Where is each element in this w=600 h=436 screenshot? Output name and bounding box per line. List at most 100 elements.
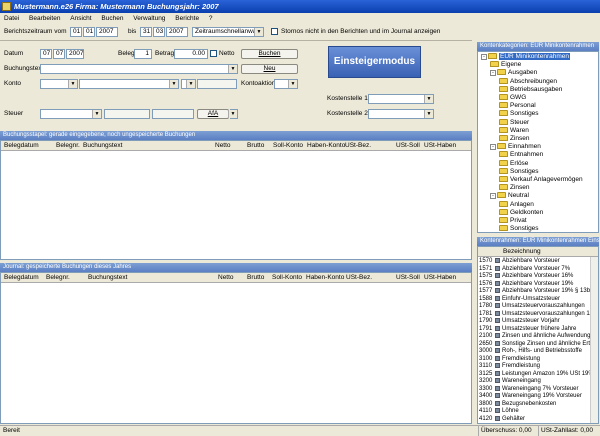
- tree-expander-icon[interactable]: -: [490, 193, 496, 200]
- tree-node[interactable]: - Ausgaben: [490, 69, 537, 77]
- chevron-down-icon[interactable]: ▼: [92, 110, 101, 118]
- journal-col-ust-soll[interactable]: USt-Soll: [396, 273, 420, 283]
- tree-expander-icon[interactable]: -: [490, 70, 496, 77]
- tree-node[interactable]: Waren: [499, 126, 529, 135]
- period-from-day[interactable]: 01: [70, 27, 82, 37]
- stapel-grid[interactable]: Belegdatum Belegnr. Buchungstext Netto B…: [0, 140, 472, 260]
- stapel-col-ust-bez[interactable]: USt-Bez.: [345, 141, 371, 151]
- beleg-input[interactable]: 1: [134, 49, 152, 59]
- buchen-button[interactable]: Buchen: [241, 49, 298, 59]
- tree-node[interactable]: Steuer: [499, 118, 529, 127]
- period-from-year[interactable]: 2007: [96, 27, 118, 37]
- account-row[interactable]: 3100 Fremdleistung: [479, 355, 540, 364]
- journal-col-ust-haben[interactable]: USt-Haben: [424, 273, 456, 283]
- konto-haben-field[interactable]: [197, 79, 237, 89]
- account-row[interactable]: 3800 Bezugsnebenkosten: [479, 400, 556, 409]
- einsteigermodus-button[interactable]: Einsteigermodus: [328, 46, 421, 78]
- period-to-month[interactable]: 03: [153, 27, 165, 37]
- journal-col-belegnr[interactable]: Belegnr.: [46, 273, 70, 283]
- accounts-list[interactable]: Bezeichnung 1570 Abziehbare Vorsteuer 1571…: [477, 246, 599, 424]
- account-row[interactable]: 3400 Wareneingang 19% Vorsteuer: [479, 393, 582, 401]
- tree-node[interactable]: - Neutral: [490, 192, 529, 200]
- journal-col-soll-konto[interactable]: Soll-Konto: [272, 273, 302, 283]
- tree-node[interactable]: Geldkonten: [499, 208, 543, 217]
- tree-expander-icon[interactable]: -: [481, 54, 487, 60]
- journal-col-belegdatum[interactable]: Belegdatum: [4, 273, 39, 283]
- stapel-col-belegdatum[interactable]: Belegdatum: [4, 141, 39, 151]
- stapel-col-ust-haben[interactable]: USt-Haben: [424, 141, 456, 151]
- accounts-col-bezeichnung[interactable]: Bezeichnung: [503, 247, 541, 257]
- storno-checkbox[interactable]: [271, 28, 278, 35]
- menu-buchen[interactable]: Buchen: [97, 13, 127, 24]
- chevron-down-icon[interactable]: ▼: [424, 110, 433, 118]
- journal-col-brutto[interactable]: Brutto: [247, 273, 264, 283]
- tree-node[interactable]: Sonstiges: [499, 225, 539, 232]
- tree-node[interactable]: Personal: [499, 102, 536, 110]
- account-row[interactable]: 3110 Fremdleistung: [479, 363, 540, 371]
- konto-soll-name-combo[interactable]: ▼: [79, 79, 179, 89]
- account-row[interactable]: 4120 Gehälter: [479, 415, 525, 424]
- account-row[interactable]: 3300 Wareneingang 7% Vorsteuer: [479, 385, 579, 394]
- chevron-down-icon[interactable]: ▼: [68, 80, 77, 88]
- account-row[interactable]: 1791 Umsatzsteuer frühere Jahre: [479, 325, 576, 334]
- kostenstelle1-combo[interactable]: ▼: [368, 94, 434, 104]
- tree-node[interactable]: Zinsen: [499, 184, 530, 192]
- betrag-input[interactable]: 0.00: [174, 49, 208, 59]
- journal-col-ust-bez[interactable]: USt-Bez.: [346, 273, 372, 283]
- account-row[interactable]: 1781 Umsatzsteuervorauszahlungen 1/11: [479, 310, 598, 319]
- journal-col-buchungstext[interactable]: Buchungstext: [88, 273, 127, 283]
- tree-node[interactable]: Entnahmen: [499, 151, 543, 159]
- afa-combo[interactable]: ▼: [228, 109, 238, 119]
- chevron-down-icon[interactable]: ▼: [254, 28, 263, 36]
- account-row[interactable]: 1780 Umsatzsteuervorauszahlungen: [479, 303, 585, 311]
- tree-node[interactable]: Erlöse: [499, 159, 528, 168]
- date-year-input[interactable]: 2007: [66, 49, 84, 59]
- konto-soll-combo[interactable]: ▼: [40, 79, 78, 89]
- tree-node[interactable]: Sonstiges: [499, 110, 539, 118]
- kostenstelle2-combo[interactable]: ▼: [368, 109, 434, 119]
- quick-select-combo[interactable]: Zeitraumschnellanwahl ▼: [192, 27, 264, 37]
- chevron-down-icon[interactable]: ▼: [228, 65, 237, 73]
- stapel-col-belegnr[interactable]: Belegnr.: [56, 141, 80, 151]
- steuer-combo[interactable]: ▼: [40, 109, 102, 119]
- tree-node[interactable]: - EUR Minikontenrahmen: [481, 53, 571, 61]
- stapel-col-soll-konto[interactable]: Soll-Konto: [273, 141, 303, 151]
- account-row[interactable]: 3125 Leistungen Amazon 19% USt 19% V: [479, 370, 598, 379]
- tree-node[interactable]: Sonstiges: [499, 167, 539, 176]
- tree-node[interactable]: Betriebsausgaben: [499, 85, 562, 94]
- tree-node[interactable]: GWG: [499, 94, 526, 102]
- period-from-month[interactable]: 01: [83, 27, 95, 37]
- tree-node[interactable]: - Einnahmen: [490, 143, 541, 151]
- tree-node[interactable]: Eigene: [490, 61, 521, 69]
- menu-ansicht[interactable]: Ansicht: [66, 13, 95, 24]
- date-day-input[interactable]: 07: [40, 49, 52, 59]
- afa-button[interactable]: AfA: [197, 109, 229, 119]
- account-row[interactable]: 1575 Abziehbare Vorsteuer 16%: [479, 273, 573, 281]
- journal-col-haben-konto[interactable]: Haben-Konto: [306, 273, 344, 283]
- account-row[interactable]: 1790 Umsatzsteuer Vorjahr: [479, 318, 560, 326]
- tree-node[interactable]: Privat: [499, 217, 527, 225]
- account-row[interactable]: 1570 Abziehbare Vorsteuer: [479, 258, 560, 266]
- menu-verwaltung[interactable]: Verwaltung: [129, 13, 169, 24]
- stapel-col-haben-konto[interactable]: Haben-Konto: [307, 141, 345, 151]
- date-month-input[interactable]: 07: [53, 49, 65, 59]
- journal-grid[interactable]: Belegdatum Belegnr. Buchungstext Netto B…: [0, 272, 472, 424]
- steuer-field-2[interactable]: [152, 109, 194, 119]
- account-row[interactable]: 1588 Einfuhr-Umsatzsteuer: [479, 295, 560, 304]
- category-tree[interactable]: - EUR Minikontenrahmen Eigene - Ausgaben Absc…: [477, 51, 599, 233]
- account-row[interactable]: 1577 Abziehbare Vorsteuer 19% § 13b US: [479, 288, 598, 296]
- chevron-down-icon[interactable]: ▼: [228, 110, 237, 118]
- tree-node[interactable]: Abschreibungen: [499, 77, 557, 86]
- period-to-year[interactable]: 2007: [166, 27, 188, 37]
- account-row[interactable]: 2650 Sonstige Zinsen und ähnliche Erträge: [479, 340, 598, 349]
- tree-node[interactable]: Verkauf Anlagevermögen: [499, 176, 583, 184]
- stapel-col-netto[interactable]: Netto: [215, 141, 231, 151]
- menu-bearbeiten[interactable]: Bearbeiten: [25, 13, 64, 24]
- account-row[interactable]: 3000 Roh-, Hilfs- und Betriebsstoffe: [479, 348, 582, 356]
- menu-datei[interactable]: Datei: [0, 13, 23, 24]
- tree-node[interactable]: Anlagen: [499, 200, 534, 209]
- account-row[interactable]: 1571 Abziehbare Vorsteuer 7%: [479, 265, 570, 274]
- account-row[interactable]: 4110 Löhne: [479, 408, 519, 416]
- menu-help[interactable]: ?: [205, 13, 217, 24]
- account-row[interactable]: 3200 Wareneingang: [479, 378, 541, 386]
